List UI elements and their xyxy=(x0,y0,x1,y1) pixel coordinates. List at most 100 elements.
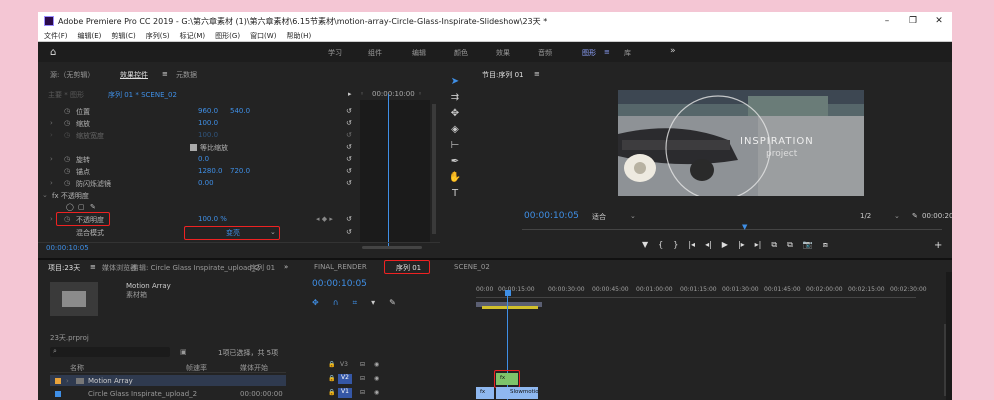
column-frame-rate[interactable]: 帧速率 xyxy=(186,363,207,373)
step-forward-icon[interactable]: |▸ xyxy=(738,240,745,252)
program-playhead[interactable]: ▼ xyxy=(742,223,747,231)
go-to-in-icon[interactable]: |◂ xyxy=(688,240,695,252)
export-frame-icon[interactable]: 📷 xyxy=(803,240,813,252)
expand-icon[interactable]: › xyxy=(50,131,53,139)
program-tab-menu-icon[interactable]: ≡ xyxy=(534,70,540,78)
expand-icon[interactable]: › xyxy=(50,215,53,223)
sync-lock-icon[interactable]: ⊟ xyxy=(360,375,365,382)
timeline-ruler[interactable]: 00:00 00:00:15:00 00:00:30:00 00:00:45:0… xyxy=(476,284,927,298)
program-timecode[interactable]: 00:00:10:05 xyxy=(524,211,579,221)
add-marker-icon[interactable]: ▾ xyxy=(371,298,375,310)
reset-icon[interactable]: ↺ xyxy=(346,131,352,139)
reset-icon[interactable]: ↺ xyxy=(346,215,352,223)
razor-tool-icon[interactable]: ◈ xyxy=(444,124,466,140)
column-media-start[interactable]: 媒体开始 xyxy=(240,363,268,373)
fit-select[interactable]: 适合 xyxy=(592,212,606,222)
play-icon[interactable]: ▶ xyxy=(722,240,728,252)
tab-project[interactable]: 项目:23天 xyxy=(48,263,80,273)
search-input[interactable]: ⌕ xyxy=(50,347,170,357)
tab-sequence-label[interactable]: 序列 01 xyxy=(250,263,275,273)
play-only-icon[interactable]: ▸ xyxy=(348,90,352,98)
menu-window[interactable]: 窗口(W) xyxy=(250,31,276,41)
selection-tool-icon[interactable]: ➤ xyxy=(444,76,466,92)
menu-help[interactable]: 帮助(H) xyxy=(286,31,311,41)
stopwatch-icon[interactable]: ◷ xyxy=(64,107,70,115)
scale-width-value[interactable]: 100.0 xyxy=(198,131,218,139)
step-back-icon[interactable]: ◂| xyxy=(705,240,712,252)
scale-value[interactable]: 100.0 xyxy=(198,119,218,127)
stopwatch-icon[interactable]: ◷ xyxy=(64,131,70,139)
mark-out-icon[interactable]: } xyxy=(673,240,678,252)
settings-wrench-icon[interactable]: ✎ xyxy=(912,212,918,220)
nest-icon[interactable]: ✥ xyxy=(312,298,319,310)
tab-project-menu-icon[interactable]: ≡ xyxy=(90,263,96,271)
reset-icon[interactable]: ↺ xyxy=(346,179,352,187)
menu-file[interactable]: 文件(F) xyxy=(44,31,68,41)
sync-lock-icon[interactable]: ⊟ xyxy=(360,361,365,368)
track-label[interactable]: V2 xyxy=(338,374,352,384)
menu-graphics[interactable]: 图形(G) xyxy=(215,31,240,41)
mark-in-icon[interactable]: { xyxy=(658,240,663,252)
eye-icon[interactable]: ◉ xyxy=(374,361,379,368)
collapse-icon[interactable]: ⌄ xyxy=(42,191,48,199)
hand-tool-icon[interactable]: ✋ xyxy=(444,172,466,188)
workspace-libraries[interactable]: 库 xyxy=(624,48,631,58)
footer-timecode[interactable]: 00:00:10:05 xyxy=(46,244,89,252)
lock-icon[interactable]: 🔒 xyxy=(328,375,335,382)
workspace-graphics[interactable]: 图形 xyxy=(582,48,596,58)
go-to-out-icon[interactable]: ▸| xyxy=(755,240,762,252)
workspace-assembly[interactable]: 组件 xyxy=(368,48,382,58)
add-button-icon[interactable]: + xyxy=(934,240,942,251)
clip-v1-a[interactable]: fx xyxy=(476,387,494,399)
zoom-slider[interactable] xyxy=(362,246,422,249)
lift-icon[interactable]: ⧉ xyxy=(771,240,777,252)
tab-effect-controls-menu-icon[interactable]: ≡ xyxy=(162,70,168,78)
reset-icon[interactable]: ↺ xyxy=(346,167,352,175)
reset-icon[interactable]: ↺ xyxy=(346,119,352,127)
anchor-y-value[interactable]: 720.0 xyxy=(230,167,250,175)
rotation-value[interactable]: 0.0 xyxy=(198,155,209,163)
snap-icon[interactable]: ∩ xyxy=(333,298,339,310)
stopwatch-icon[interactable]: ◷ xyxy=(64,119,70,127)
expand-icon[interactable]: › xyxy=(50,119,53,127)
chevron-down-icon[interactable]: ⌄ xyxy=(894,212,900,220)
linked-selection-icon[interactable]: ⌗ xyxy=(353,298,358,310)
expand-icon[interactable]: › xyxy=(50,155,53,163)
lock-icon[interactable]: 🔒 xyxy=(328,389,335,396)
stopwatch-icon[interactable]: ◷ xyxy=(64,155,70,163)
workspace-editing[interactable]: 编辑 xyxy=(412,48,426,58)
extract-icon[interactable]: ⧉ xyxy=(787,240,793,252)
timeline-timecode[interactable]: 00:00:10:05 xyxy=(312,279,367,289)
keyframe-nav-icon[interactable]: ◂ ◆ ▸ xyxy=(316,215,333,223)
expand-icon[interactable]: › xyxy=(66,377,69,385)
eye-icon[interactable]: ◉ xyxy=(374,375,379,382)
menu-sequence[interactable]: 序列(S) xyxy=(146,31,170,41)
clip-v1-b[interactable]: Slowmotio xyxy=(496,387,539,399)
workspace-color[interactable]: 颜色 xyxy=(454,48,468,58)
column-name[interactable]: 名称 xyxy=(70,363,84,373)
reset-icon[interactable]: ↺ xyxy=(346,155,352,163)
menu-edit[interactable]: 编辑(E) xyxy=(78,31,102,41)
minimize-button[interactable]: – xyxy=(874,16,900,26)
track-select-tool-icon[interactable]: ⇉ xyxy=(444,92,466,108)
reset-icon[interactable]: ↺ xyxy=(346,107,352,115)
workspace-menu-icon[interactable]: ≡ xyxy=(604,48,610,56)
workspace-learn[interactable]: 学习 xyxy=(328,48,342,58)
timeline-settings-icon[interactable]: ✎ xyxy=(389,298,396,310)
pen-mask-icon[interactable]: ✎ xyxy=(90,203,96,211)
eye-icon[interactable]: ◉ xyxy=(374,389,379,396)
workspace-audio[interactable]: 音频 xyxy=(538,48,552,58)
rect-mask-icon[interactable]: ▢ xyxy=(78,203,85,211)
sync-lock-icon[interactable]: ⊟ xyxy=(360,389,365,396)
tab-source[interactable]: 源:（无剪辑） xyxy=(50,70,94,80)
program-tab[interactable]: 节目:序列 01 xyxy=(482,70,524,80)
track-label[interactable]: V1 xyxy=(338,388,352,398)
ellipse-mask-icon[interactable]: ◯ xyxy=(66,203,74,211)
anchor-x-value[interactable]: 1280.0 xyxy=(198,167,223,175)
workspace-overflow-icon[interactable]: » xyxy=(670,46,676,56)
position-x-value[interactable]: 960.0 xyxy=(198,107,218,115)
program-ruler[interactable]: ▼ xyxy=(522,223,942,231)
tab-metadata[interactable]: 元数据 xyxy=(176,70,197,80)
sequence-clip-link[interactable]: 序列 01 * SCENE_02 xyxy=(108,90,177,100)
list-item[interactable]: Circle Glass Inspirate_upload_2 00:00:00… xyxy=(50,388,286,399)
